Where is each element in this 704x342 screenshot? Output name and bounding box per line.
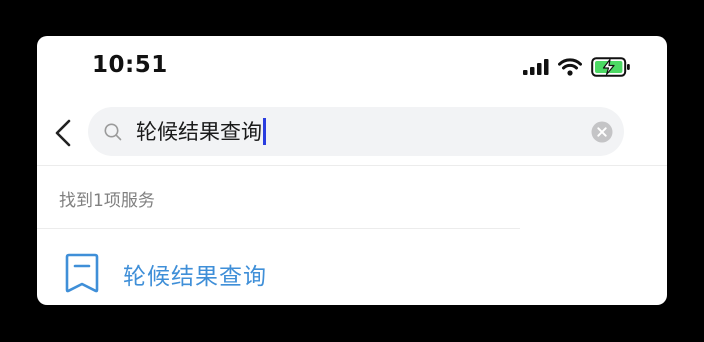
clear-circle-icon[interactable] (591, 121, 613, 143)
phone-screen: 10:51 轮候结果查询 找到1项服务 轮候结果查询 (37, 36, 667, 305)
search-icon (104, 123, 122, 141)
status-bar: 10:51 (37, 36, 667, 96)
search-query: 轮候结果查询 (136, 119, 262, 144)
status-time: 10:51 (92, 52, 168, 78)
chevron-left-icon[interactable] (52, 118, 74, 148)
wifi-icon (558, 58, 582, 76)
search-row: 轮候结果查询 (37, 107, 667, 157)
divider (37, 228, 520, 229)
search-query-wrapper: 轮候结果查询 (136, 118, 266, 145)
divider (37, 165, 667, 166)
signal-icon (523, 59, 549, 75)
list-item[interactable]: 轮候结果查询 (37, 241, 520, 301)
text-caret (263, 118, 266, 145)
result-title: 轮候结果查询 (123, 264, 267, 290)
bookmark-document-icon (65, 253, 99, 293)
result-count: 找到1项服务 (59, 191, 155, 211)
battery-charging-icon (591, 57, 630, 77)
search-input[interactable]: 轮候结果查询 (88, 107, 624, 156)
status-icons (523, 56, 631, 78)
